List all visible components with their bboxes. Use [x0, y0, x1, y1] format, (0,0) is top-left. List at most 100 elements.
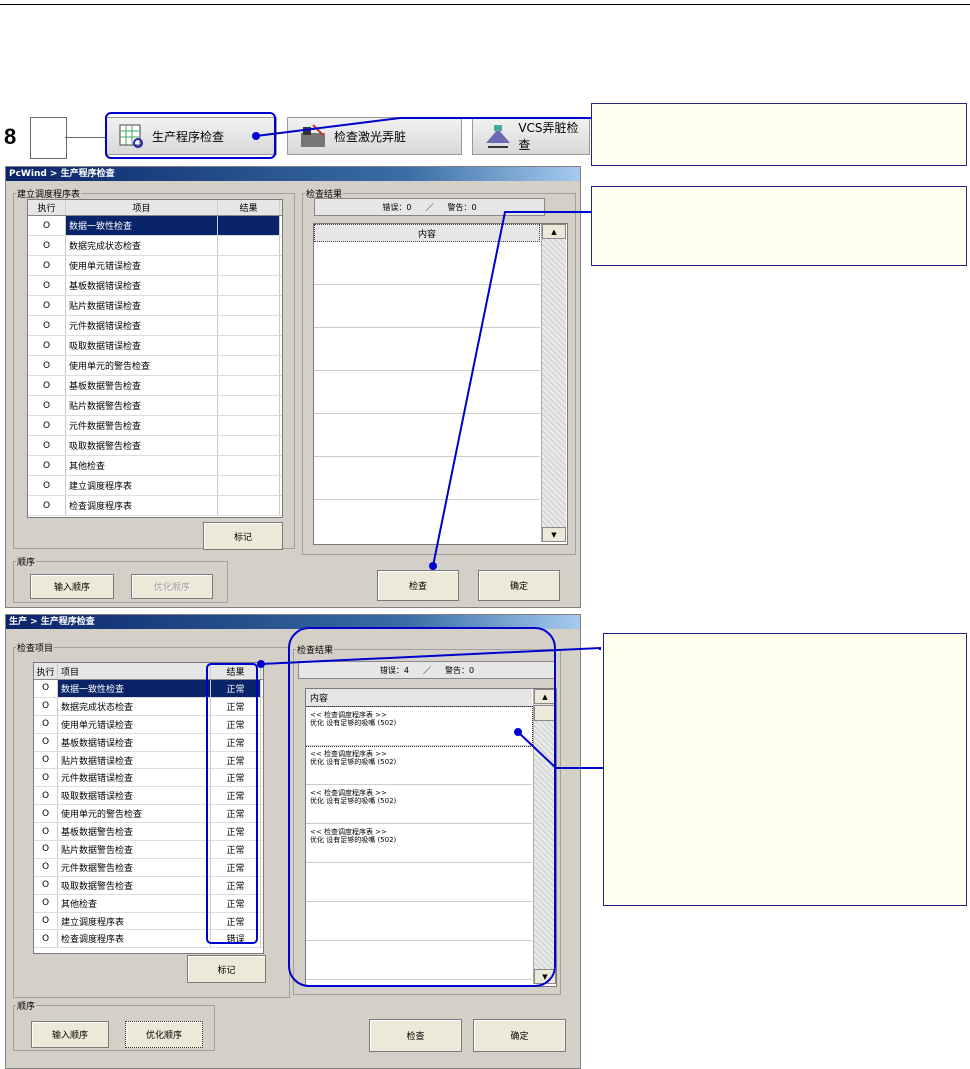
optimize-order-button[interactable]: 优化顺序: [125, 1021, 203, 1048]
item-cell: 基板数据错误检查: [66, 276, 218, 295]
result-item[interactable]: << 检查调度程序表 >> 优化 设有足够的吸嘴 (502): [306, 746, 532, 785]
list-item: [314, 285, 540, 328]
table-row[interactable]: O 吸取数据警告检查: [28, 436, 282, 456]
scroll-up-icon[interactable]: ▲: [534, 689, 556, 704]
exec-cell: O: [34, 769, 58, 787]
result-cell: [218, 356, 280, 375]
results-group-label: 检查结果: [297, 646, 334, 656]
table-row[interactable]: O 检查调度程序表: [28, 496, 282, 516]
table-row[interactable]: O 数据完成状态检查 正常: [34, 697, 263, 716]
scroll-down-icon[interactable]: ▼: [534, 969, 556, 984]
table-row[interactable]: O 其他检查: [28, 456, 282, 476]
col-item: 项目: [58, 663, 211, 679]
table-row[interactable]: O 贴片数据警告检查: [28, 396, 282, 416]
mark-button[interactable]: 标记: [203, 522, 283, 550]
table-row[interactable]: O 使用单元的警告检查: [28, 356, 282, 376]
list-item: [314, 414, 540, 457]
table-row[interactable]: O 基板数据警告检查: [28, 376, 282, 396]
warning-count: 警告：0: [447, 202, 477, 212]
table-row[interactable]: O 吸取数据错误检查 正常: [34, 787, 263, 806]
input-order-button[interactable]: 输入顺序: [30, 574, 114, 599]
item-cell: 检查调度程序表: [66, 496, 218, 515]
exec-cell: O: [28, 436, 66, 455]
optimize-order-button[interactable]: 优化顺序: [131, 574, 213, 599]
production-program-check-button[interactable]: 生产程序检查: [105, 117, 277, 155]
table-row[interactable]: O 基板数据警告检查 正常: [34, 823, 263, 842]
vcs-dirt-check-button[interactable]: VCS弄脏检查: [472, 117, 590, 155]
summary-separator: ／: [423, 665, 431, 675]
table-row[interactable]: O 贴片数据错误检查 正常: [34, 751, 263, 770]
ok-button[interactable]: 确定: [478, 570, 560, 601]
item-cell: 数据完成状态检查: [58, 697, 211, 715]
mark-button[interactable]: 标记: [187, 955, 266, 983]
table-row[interactable]: O 贴片数据错误检查: [28, 296, 282, 316]
check-items-group-label: 检查项目: [17, 644, 54, 654]
result-item[interactable]: << 检查调度程序表 >> 优化 设有足够的吸嘴 (502): [306, 785, 532, 824]
vcs-dirt-check-label: VCS弄脏检查: [518, 121, 579, 152]
exec-cell: O: [28, 336, 66, 355]
table-row[interactable]: O 基板数据错误检查: [28, 276, 282, 296]
col-item: 项目: [66, 200, 218, 215]
col-exec: 执行: [28, 200, 66, 215]
laser-dirt-check-button[interactable]: 检查激光弄脏: [287, 117, 462, 155]
ok-button[interactable]: 确定: [473, 1019, 566, 1052]
table-row[interactable]: O 数据一致性检查: [28, 216, 282, 236]
item-cell: 贴片数据警告检查: [66, 396, 218, 415]
exec-cell: O: [28, 376, 66, 395]
table-row[interactable]: O 元件数据错误检查: [28, 316, 282, 336]
item-cell: 基板数据警告检查: [58, 823, 211, 841]
table-row[interactable]: O 基板数据错误检查 正常: [34, 733, 263, 752]
table-row[interactable]: O 数据完成状态检查: [28, 236, 282, 256]
result-cell: 正常: [211, 912, 261, 930]
table-row[interactable]: O 建立调度程序表 正常: [34, 912, 263, 931]
item-cell: 基板数据警告检查: [66, 376, 218, 395]
table-row[interactable]: O 建立调度程序表: [28, 476, 282, 496]
check-button[interactable]: 检查: [369, 1019, 462, 1052]
results-scrollbar[interactable]: ▲ ▼: [533, 689, 556, 984]
item-cell: 吸取数据错误检查: [66, 336, 218, 355]
exec-cell: O: [28, 356, 66, 375]
scroll-up-icon[interactable]: ▲: [542, 224, 566, 239]
table-row[interactable]: O 使用单元的警告检查 正常: [34, 805, 263, 824]
exec-cell: O: [34, 715, 58, 733]
exec-cell: O: [34, 751, 58, 769]
scroll-down-icon[interactable]: ▼: [542, 527, 566, 542]
result-cell: 正常: [211, 680, 261, 697]
check-button[interactable]: 检查: [377, 570, 459, 601]
grid-check-icon: [116, 122, 146, 150]
result-item[interactable]: << 检查调度程序表 >> 优化 设有足够的吸嘴 (502): [306, 706, 533, 747]
exec-cell: O: [28, 456, 66, 475]
table-row[interactable]: O 使用单元错误检查: [28, 256, 282, 276]
table-row[interactable]: O 数据一致性检查 正常: [34, 680, 263, 698]
result-cell: 错误: [211, 930, 261, 948]
table-row[interactable]: O 元件数据警告检查 正常: [34, 858, 263, 877]
table-row[interactable]: O 贴片数据警告检查 正常: [34, 841, 263, 859]
table-row[interactable]: O 吸取数据错误检查: [28, 336, 282, 356]
step-number: 8: [4, 124, 17, 149]
scroll-thumb[interactable]: [534, 705, 556, 721]
table-row[interactable]: O 元件数据错误检查 正常: [34, 769, 263, 788]
table-header: 执行 项目 结果: [28, 200, 282, 216]
table-header: 执行 项目 结果: [34, 663, 263, 680]
result-line1: << 检查调度程序表 >>: [310, 750, 387, 758]
result-item[interactable]: << 检查调度程序表 >> 优化 设有足够的吸嘴 (502): [306, 824, 532, 863]
table-row[interactable]: O 检查调度程序表 错误: [34, 930, 263, 949]
table-row[interactable]: O 吸取数据警告检查 正常: [34, 876, 263, 895]
exec-cell: O: [34, 841, 58, 858]
table-row[interactable]: O 其他检查 正常: [34, 894, 263, 913]
table-row[interactable]: O 元件数据警告检查: [28, 416, 282, 436]
item-cell: 其他检查: [58, 894, 211, 912]
result-cell: [218, 216, 280, 235]
input-order-button[interactable]: 输入顺序: [31, 1021, 109, 1048]
result-cell: [218, 316, 280, 335]
result-cell: 正常: [211, 858, 261, 876]
exec-cell: O: [34, 823, 58, 841]
result-cell: 正常: [211, 733, 261, 751]
exec-cell: O: [28, 296, 66, 315]
results-scrollbar[interactable]: ▲ ▼: [541, 224, 566, 542]
table-row[interactable]: O 使用单元错误检查 正常: [34, 715, 263, 734]
result-cell: 正常: [211, 787, 261, 805]
item-cell: 吸取数据警告检查: [58, 876, 211, 894]
col-exec: 执行: [34, 663, 58, 679]
item-cell: 使用单元的警告检查: [58, 805, 211, 823]
